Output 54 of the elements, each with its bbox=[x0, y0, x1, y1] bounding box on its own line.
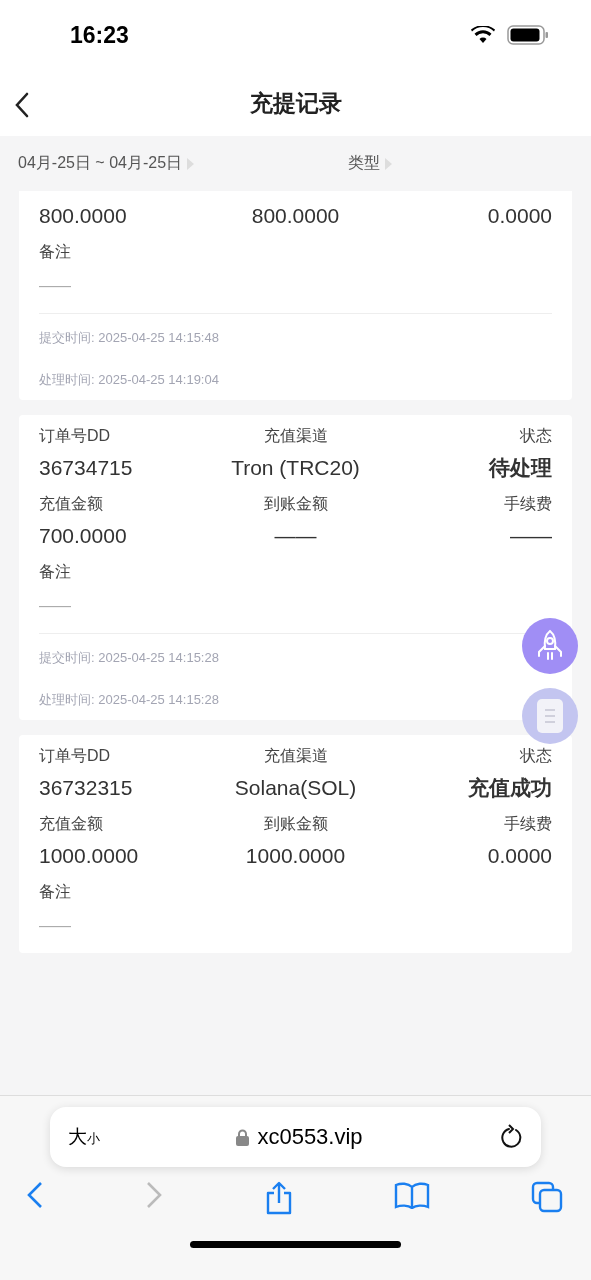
field-label: 充值渠道 bbox=[262, 746, 329, 766]
process-time: 处理时间: 2025-04-25 14:19:04 bbox=[39, 371, 220, 389]
filter-button[interactable]: 04月-25日 ~ 04月-25日 bbox=[18, 153, 348, 174]
field-label: 订单号DD bbox=[39, 746, 112, 766]
wifi-icon bbox=[471, 26, 495, 44]
field-value: 1000.0000 bbox=[39, 843, 140, 869]
field-label: 充值金额 bbox=[39, 494, 104, 514]
field-value: 700.0000 bbox=[39, 523, 128, 549]
filter-button[interactable]: 类型 bbox=[348, 153, 591, 174]
field-label: 充值金额 bbox=[39, 814, 104, 834]
field-label: 到账金额 bbox=[262, 814, 329, 834]
remark-value: —— bbox=[39, 276, 72, 296]
document-icon bbox=[536, 698, 564, 734]
field-value: 充值成功 bbox=[467, 775, 552, 801]
field-value: 800.0000 bbox=[250, 203, 341, 229]
url-text: xc0553.vip bbox=[257, 1124, 363, 1150]
field-label: 手续费 bbox=[503, 494, 552, 514]
remark-label: 备注 bbox=[39, 242, 72, 262]
remark-value: —— bbox=[39, 916, 72, 936]
submit-time: 提交时间: 2025-04-25 14:15:28 bbox=[39, 649, 220, 667]
text-size-button[interactable]: 大小 bbox=[68, 1124, 100, 1150]
field-label: 状态 bbox=[519, 426, 552, 446]
share-button[interactable] bbox=[264, 1181, 293, 1215]
field-label: 状态 bbox=[519, 746, 552, 766]
field-value: 0.0000 bbox=[486, 203, 552, 229]
page-title: 充提记录 bbox=[249, 88, 342, 118]
remark-label: 备注 bbox=[39, 882, 72, 902]
field-value: 36732315 bbox=[39, 775, 134, 801]
field-value: 1000.0000 bbox=[244, 843, 347, 869]
address-bar[interactable]: 大小 xc0553.vip bbox=[50, 1107, 541, 1167]
field-value: 36734715 bbox=[39, 455, 134, 481]
battery-icon bbox=[507, 25, 549, 45]
field-label: 充值渠道 bbox=[262, 426, 329, 446]
field-value: 0.0000 bbox=[486, 843, 552, 869]
field-label: 订单号DD bbox=[39, 426, 112, 446]
reload-icon[interactable] bbox=[499, 1124, 523, 1150]
field-value: —— bbox=[509, 523, 552, 549]
remark-value: —— bbox=[39, 596, 72, 616]
caret-icon bbox=[186, 156, 196, 171]
process-time: 处理时间: 2025-04-25 14:15:28 bbox=[39, 691, 220, 709]
field-label: 到账金额 bbox=[262, 494, 329, 514]
remark-label: 备注 bbox=[39, 562, 72, 582]
lock-icon bbox=[236, 1128, 250, 1146]
rocket-icon bbox=[535, 629, 565, 663]
status-time: 16:23 bbox=[70, 21, 129, 49]
field-value: Tron (TRC20) bbox=[230, 455, 361, 481]
field-value: Solana(SOL) bbox=[233, 775, 358, 801]
caret-icon bbox=[384, 156, 393, 171]
submit-time: 提交时间: 2025-04-25 14:15:48 bbox=[39, 329, 220, 347]
field-label: 手续费 bbox=[503, 814, 552, 834]
field-value: —— bbox=[273, 523, 318, 549]
tabs-button[interactable] bbox=[531, 1181, 563, 1215]
field-value: 800.0000 bbox=[39, 203, 128, 229]
field-value: 待处理 bbox=[487, 455, 552, 481]
